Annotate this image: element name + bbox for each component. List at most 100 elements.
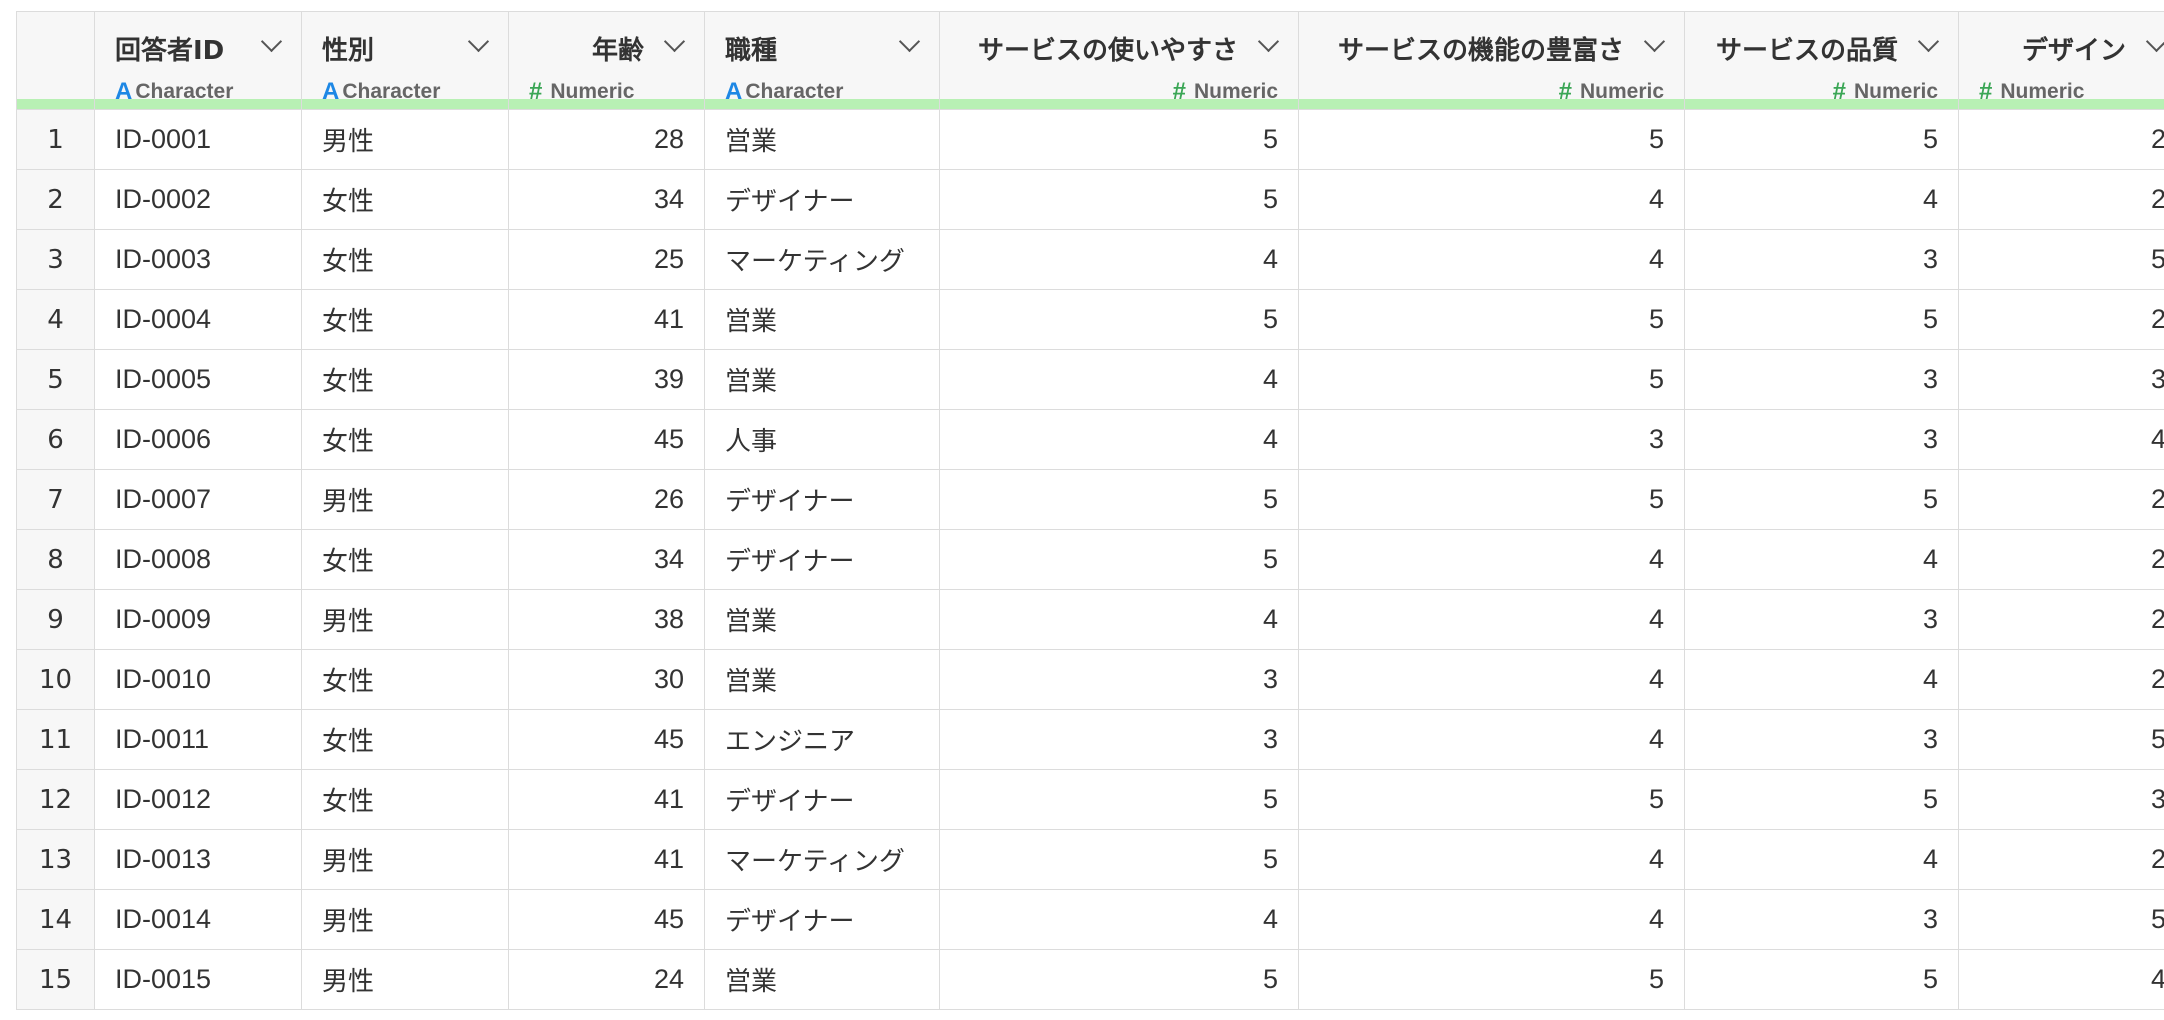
cell-age[interactable]: 45 [508, 889, 705, 950]
cell-usability[interactable]: 5 [939, 949, 1299, 1010]
cell-design[interactable]: 3 [1958, 769, 2164, 830]
chevron-down-icon[interactable] [1643, 30, 1666, 53]
cell-occupation[interactable]: デザイナー [704, 169, 940, 230]
cell-gender[interactable]: 男性 [301, 109, 509, 170]
cell-gender[interactable]: 男性 [301, 469, 509, 530]
cell-occupation[interactable]: デザイナー [704, 769, 940, 830]
column-header-occupation[interactable]: 職種 A Character [704, 11, 940, 110]
cell-quality[interactable]: 5 [1684, 769, 1959, 830]
cell-gender[interactable]: 女性 [301, 409, 509, 470]
column-header-quality[interactable]: サービスの品質 # Numeric [1684, 11, 1959, 110]
cell-design[interactable]: 5 [1958, 229, 2164, 290]
column-header-respondent-id[interactable]: 回答者ID A Character [94, 11, 302, 110]
cell-respondent-id[interactable]: ID-0007 [94, 469, 302, 530]
cell-feature-richness[interactable]: 4 [1298, 169, 1685, 230]
cell-design[interactable]: 3 [1958, 349, 2164, 410]
cell-design[interactable]: 2 [1958, 649, 2164, 710]
cell-respondent-id[interactable]: ID-0014 [94, 889, 302, 950]
cell-occupation[interactable]: 営業 [704, 109, 940, 170]
cell-quality[interactable]: 5 [1684, 289, 1959, 350]
cell-quality[interactable]: 4 [1684, 169, 1959, 230]
cell-age[interactable]: 41 [508, 289, 705, 350]
cell-occupation[interactable]: 営業 [704, 949, 940, 1010]
cell-age[interactable]: 30 [508, 649, 705, 710]
cell-occupation[interactable]: マーケティング [704, 829, 940, 890]
cell-occupation[interactable]: 営業 [704, 649, 940, 710]
cell-gender[interactable]: 女性 [301, 709, 509, 770]
cell-gender[interactable]: 女性 [301, 169, 509, 230]
cell-feature-richness[interactable]: 5 [1298, 469, 1685, 530]
cell-age[interactable]: 34 [508, 169, 705, 230]
cell-feature-richness[interactable]: 4 [1298, 229, 1685, 290]
cell-quality[interactable]: 3 [1684, 889, 1959, 950]
cell-respondent-id[interactable]: ID-0002 [94, 169, 302, 230]
cell-design[interactable]: 2 [1958, 109, 2164, 170]
column-header-gender[interactable]: 性別 A Character [301, 11, 509, 110]
column-header-usability[interactable]: サービスの使いやすさ # Numeric [939, 11, 1299, 110]
chevron-down-icon[interactable] [663, 30, 686, 53]
cell-quality[interactable]: 5 [1684, 949, 1959, 1010]
cell-respondent-id[interactable]: ID-0015 [94, 949, 302, 1010]
chevron-down-icon[interactable] [1257, 30, 1280, 53]
cell-quality[interactable]: 3 [1684, 349, 1959, 410]
chevron-down-icon[interactable] [2145, 30, 2164, 53]
cell-quality[interactable]: 3 [1684, 409, 1959, 470]
cell-usability[interactable]: 4 [939, 229, 1299, 290]
cell-respondent-id[interactable]: ID-0006 [94, 409, 302, 470]
cell-respondent-id[interactable]: ID-0001 [94, 109, 302, 170]
cell-quality[interactable]: 3 [1684, 709, 1959, 770]
cell-respondent-id[interactable]: ID-0009 [94, 589, 302, 650]
cell-age[interactable]: 45 [508, 409, 705, 470]
cell-usability[interactable]: 3 [939, 709, 1299, 770]
column-header-age[interactable]: 年齢 # Numeric [508, 11, 705, 110]
cell-usability[interactable]: 4 [939, 409, 1299, 470]
chevron-down-icon[interactable] [260, 30, 283, 53]
cell-gender[interactable]: 女性 [301, 769, 509, 830]
cell-feature-richness[interactable]: 5 [1298, 349, 1685, 410]
cell-design[interactable]: 2 [1958, 589, 2164, 650]
cell-age[interactable]: 25 [508, 229, 705, 290]
cell-quality[interactable]: 3 [1684, 229, 1959, 290]
cell-age[interactable]: 39 [508, 349, 705, 410]
cell-age[interactable]: 45 [508, 709, 705, 770]
cell-quality[interactable]: 4 [1684, 529, 1959, 590]
cell-usability[interactable]: 4 [939, 349, 1299, 410]
cell-occupation[interactable]: デザイナー [704, 889, 940, 950]
cell-usability[interactable]: 5 [939, 169, 1299, 230]
cell-usability[interactable]: 5 [939, 829, 1299, 890]
cell-quality[interactable]: 3 [1684, 589, 1959, 650]
cell-respondent-id[interactable]: ID-0004 [94, 289, 302, 350]
cell-respondent-id[interactable]: ID-0005 [94, 349, 302, 410]
cell-design[interactable]: 5 [1958, 709, 2164, 770]
cell-usability[interactable]: 5 [939, 289, 1299, 350]
cell-usability[interactable]: 5 [939, 769, 1299, 830]
cell-age[interactable]: 41 [508, 769, 705, 830]
cell-occupation[interactable]: エンジニア [704, 709, 940, 770]
cell-respondent-id[interactable]: ID-0003 [94, 229, 302, 290]
cell-feature-richness[interactable]: 4 [1298, 649, 1685, 710]
cell-usability[interactable]: 5 [939, 469, 1299, 530]
cell-design[interactable]: 2 [1958, 529, 2164, 590]
cell-design[interactable]: 2 [1958, 829, 2164, 890]
cell-quality[interactable]: 5 [1684, 469, 1959, 530]
column-header-design[interactable]: デザイン # Numeric [1958, 11, 2164, 110]
cell-respondent-id[interactable]: ID-0011 [94, 709, 302, 770]
cell-occupation[interactable]: 人事 [704, 409, 940, 470]
cell-gender[interactable]: 男性 [301, 949, 509, 1010]
cell-respondent-id[interactable]: ID-0010 [94, 649, 302, 710]
cell-usability[interactable]: 4 [939, 589, 1299, 650]
cell-design[interactable]: 2 [1958, 289, 2164, 350]
cell-feature-richness[interactable]: 5 [1298, 289, 1685, 350]
cell-feature-richness[interactable]: 4 [1298, 529, 1685, 590]
cell-feature-richness[interactable]: 5 [1298, 109, 1685, 170]
cell-feature-richness[interactable]: 3 [1298, 409, 1685, 470]
cell-feature-richness[interactable]: 5 [1298, 949, 1685, 1010]
cell-gender[interactable]: 女性 [301, 529, 509, 590]
chevron-down-icon[interactable] [898, 30, 921, 53]
cell-feature-richness[interactable]: 4 [1298, 829, 1685, 890]
cell-gender[interactable]: 女性 [301, 349, 509, 410]
cell-usability[interactable]: 4 [939, 889, 1299, 950]
cell-design[interactable]: 2 [1958, 169, 2164, 230]
cell-occupation[interactable]: 営業 [704, 589, 940, 650]
cell-feature-richness[interactable]: 4 [1298, 589, 1685, 650]
